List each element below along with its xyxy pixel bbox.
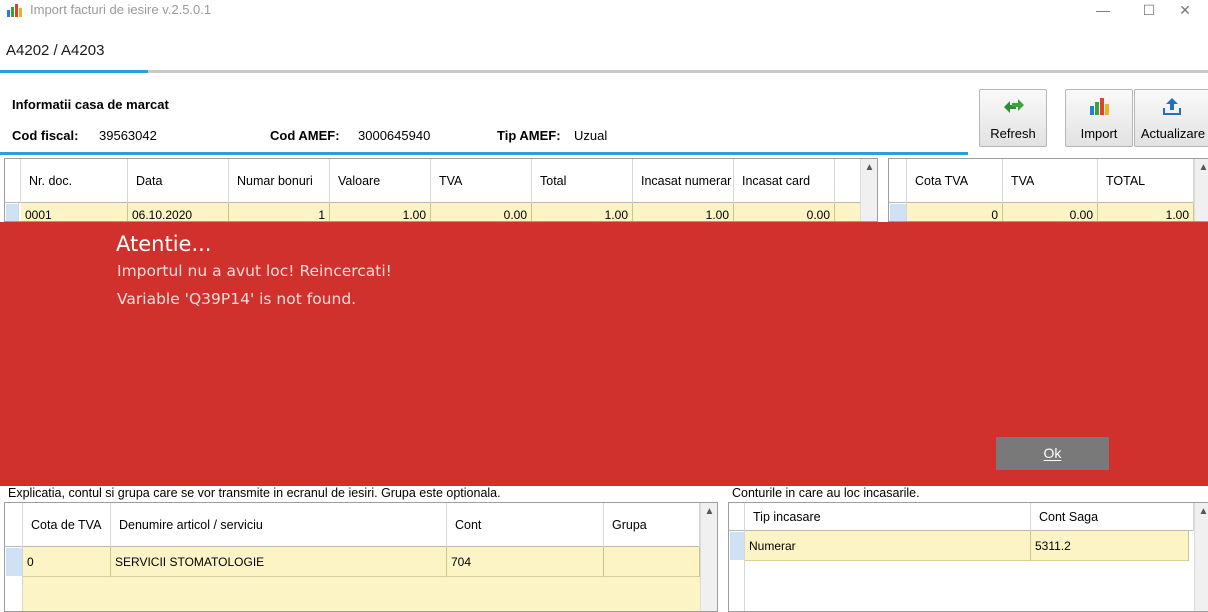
refresh-label: Refresh (990, 126, 1036, 141)
title-bar: Import facturi de iesire v.2.5.0.1 — ☐ ✕ (0, 0, 1208, 22)
col-nr-doc[interactable]: Nr. doc. (21, 159, 128, 203)
cod-amef-label: Cod AMEF: (270, 128, 340, 143)
vat-grid: Cota TVA TVA TOTAL 0 0.00 1.00 ▲ (888, 158, 1208, 222)
col-tva[interactable]: TVA (1003, 159, 1098, 203)
scroll-up-arrow-icon[interactable]: ▲ (861, 159, 877, 176)
row-header-corner (729, 503, 745, 531)
col-total[interactable]: Total (532, 159, 633, 203)
cell-cont: 704 (447, 547, 604, 577)
selected-row-indicator (890, 204, 906, 221)
ok-button[interactable]: Ok (996, 437, 1109, 470)
row-header-corner (5, 159, 21, 203)
import-button[interactable]: Import (1065, 89, 1133, 147)
col-valoare[interactable]: Valoare (330, 159, 431, 203)
info-section-title: Informatii casa de marcat (12, 97, 169, 112)
table-row[interactable]: 0 0.00 1.00 (907, 203, 1194, 221)
row-header-corner (889, 159, 907, 203)
payments-grid-header: Tip incasare Cont Saga (729, 503, 1194, 531)
app-icon (6, 2, 24, 18)
cell-data: 06.10.2020 (128, 203, 229, 221)
active-tab-indicator (0, 70, 148, 73)
col-cont-saga[interactable]: Cont Saga (1031, 503, 1194, 531)
cell-cont-saga: 5311.2 (1031, 531, 1189, 561)
payments-caption: Conturile in care au loc incasarile. (732, 486, 920, 500)
cell-numar-bonuri: 1 (229, 203, 330, 221)
scroll-up-arrow-icon[interactable]: ▲ (701, 503, 717, 520)
cell-total: 1.00 (1098, 203, 1194, 221)
selected-row-indicator (730, 532, 744, 560)
documents-scrollbar[interactable]: ▲ (860, 159, 877, 221)
cell-incasat-card: 0.00 (734, 203, 835, 221)
table-row[interactable]: 0001 06.10.2020 1 1.00 0.00 1.00 1.00 0.… (21, 203, 860, 221)
scroll-up-arrow-icon[interactable]: ▲ (1195, 503, 1208, 520)
cell-tva: 0.00 (431, 203, 532, 221)
close-button[interactable]: ✕ (1162, 0, 1208, 22)
empty-area (23, 577, 700, 611)
col-incasat-card[interactable]: Incasat card (734, 159, 835, 203)
cod-amef-value: 3000645940 (358, 128, 431, 143)
tab-a4202-a4203[interactable]: A4202 / A4203 (6, 42, 104, 59)
articles-scrollbar[interactable]: ▲ (700, 503, 717, 611)
cell-nr-doc: 0001 (21, 203, 128, 221)
error-dialog: Atentie... Importul nu a avut loc! Reinc… (0, 222, 1208, 486)
cell-denumire: SERVICII STOMATOLOGIE (111, 547, 447, 577)
col-grupa[interactable]: Grupa (604, 503, 700, 547)
col-denumire[interactable]: Denumire articol / serviciu (111, 503, 447, 547)
col-tip-incasare[interactable]: Tip incasare (745, 503, 1031, 531)
tab-strip-line (0, 70, 1208, 73)
tip-amef-label: Tip AMEF: (497, 128, 561, 143)
cell-tip-incasare: Numerar (745, 531, 1031, 561)
dialog-title: Atentie... (116, 232, 212, 256)
upload-icon (1135, 96, 1208, 116)
cod-fiscal-label: Cod fiscal: (12, 128, 79, 143)
col-numar-bonuri[interactable]: Numar bonuri (229, 159, 330, 203)
table-row[interactable]: Numerar 5311.2 (745, 531, 1189, 561)
update-label: Actualizare (1140, 126, 1206, 141)
payments-grid: Tip incasare Cont Saga Numerar 5311.2 ▲ (728, 502, 1208, 612)
vat-grid-header: Cota TVA TVA TOTAL (889, 159, 1194, 203)
tip-amef-value: Uzual (574, 128, 608, 143)
cell-cota-tva: 0 (907, 203, 1003, 221)
table-row[interactable]: 0 SERVICII STOMATOLOGIE 704 (23, 547, 700, 577)
refresh-icon (980, 96, 1046, 116)
vat-scrollbar[interactable]: ▲ (1194, 159, 1208, 221)
payments-scrollbar[interactable]: ▲ (1194, 503, 1208, 611)
col-incasat-numerar[interactable]: Incasat numerar (633, 159, 734, 203)
row-header-corner (5, 503, 23, 547)
cell-cota-de-tva: 0 (23, 547, 111, 577)
import-label: Import (1080, 126, 1118, 141)
cod-fiscal-value: 39563042 (99, 128, 157, 143)
col-cont[interactable]: Cont (447, 503, 604, 547)
cell-tva: 0.00 (1003, 203, 1098, 221)
scroll-up-arrow-icon[interactable]: ▲ (1195, 159, 1208, 176)
articles-grid-header: Cota de TVA Denumire articol / serviciu … (5, 503, 700, 547)
col-cota-de-tva[interactable]: Cota de TVA (23, 503, 111, 547)
col-data[interactable]: Data (128, 159, 229, 203)
selected-row-indicator (6, 548, 22, 576)
window-title: Import facturi de iesire v.2.5.0.1 (30, 2, 212, 17)
col-cota-tva[interactable]: Cota TVA (907, 159, 1003, 203)
cell-valoare: 1.00 (330, 203, 431, 221)
articles-grid: Cota de TVA Denumire articol / serviciu … (4, 502, 718, 612)
col-tva[interactable]: TVA (431, 159, 532, 203)
refresh-button[interactable]: Refresh (979, 89, 1047, 147)
documents-grid-header: Nr. doc. Data Numar bonuri Valoare TVA T… (5, 159, 860, 203)
dialog-message: Importul nu a avut loc! Reincercati! (117, 262, 392, 280)
articles-caption: Explicatia, contul si grupa care se vor … (8, 486, 501, 500)
import-chart-icon (1066, 96, 1132, 116)
cell-total: 1.00 (532, 203, 633, 221)
selected-row-indicator (6, 204, 18, 221)
minimize-button[interactable]: — (1080, 0, 1126, 22)
dialog-error-detail: Variable 'Q39P14' is not found. (117, 290, 357, 308)
ok-label: Ok (1043, 445, 1062, 461)
cell-grupa (604, 547, 700, 577)
col-total[interactable]: TOTAL (1098, 159, 1194, 203)
update-button[interactable]: Actualizare (1134, 89, 1208, 147)
cell-incasat-numerar: 1.00 (633, 203, 734, 221)
documents-grid: Nr. doc. Data Numar bonuri Valoare TVA T… (4, 158, 878, 222)
section-divider (0, 152, 968, 155)
